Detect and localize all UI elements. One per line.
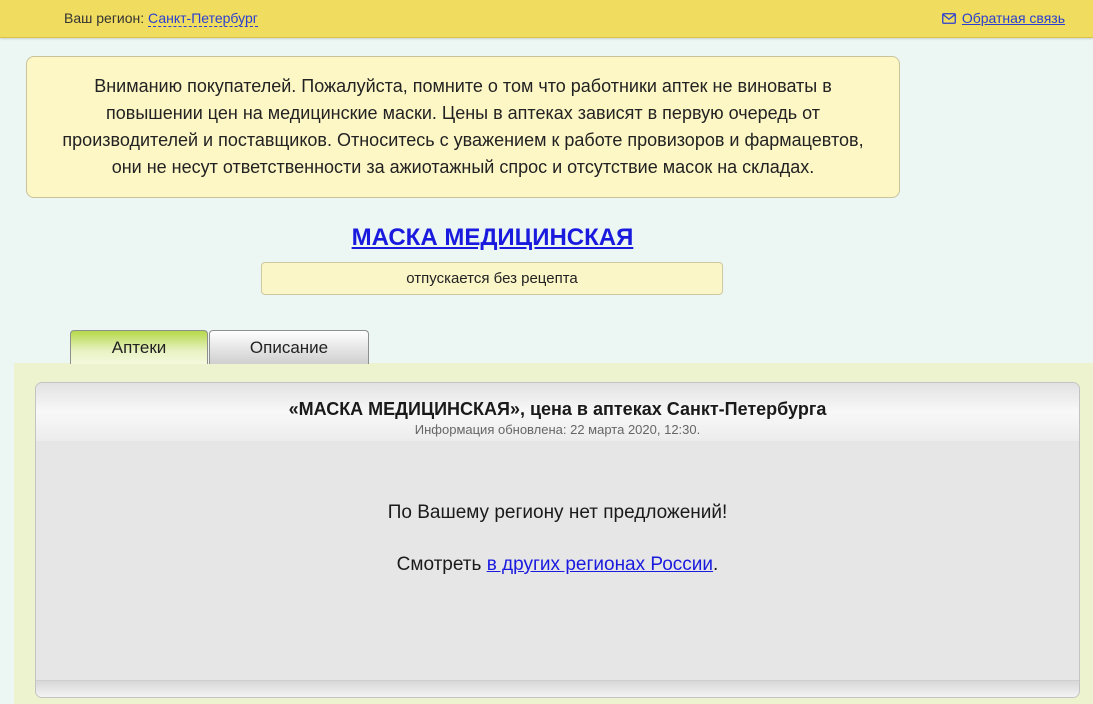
feedback-link[interactable]: Обратная связь [962, 10, 1065, 26]
see-prefix: Смотреть [396, 554, 482, 575]
pharmacies-panel: «МАСКА МЕДИЦИНСКАЯ», цена в аптеках Санк… [35, 382, 1080, 698]
notice-text: Вниманию покупателей. Пожалуйста, помнит… [62, 76, 864, 177]
product-title-link[interactable]: МАСКА МЕДИЦИНСКАЯ [352, 224, 634, 251]
see-suffix: . [713, 554, 719, 575]
region-link[interactable]: Санкт-Петербург [148, 10, 258, 27]
updated-info: Информация обновлена: 22 марта 2020, 12:… [414, 422, 701, 437]
feedback: Обратная связь [941, 10, 1065, 26]
panel-footer [36, 680, 1079, 697]
panel-title: «МАСКА МЕДИЦИНСКАЯ», цена в аптеках Санк… [288, 399, 827, 419]
page-title: МАСКА МЕДИЦИНСКАЯ [0, 224, 985, 252]
other-regions-link[interactable]: в других регионах России [487, 554, 713, 575]
prescription-badge: отпускается без рецепта [261, 262, 723, 295]
panel-header: «МАСКА МЕДИЦИНСКАЯ», цена в аптеках Санк… [36, 383, 1079, 441]
other-regions-line: Смотреть в других регионах России. [36, 554, 1079, 576]
mail-icon [941, 12, 956, 24]
buyer-notice: Вниманию покупателей. Пожалуйста, помнит… [26, 56, 900, 198]
top-bar: Ваш регион: Санкт-Петербург Обратная свя… [0, 0, 1093, 38]
tab-pharmacies[interactable]: Аптеки [70, 330, 208, 364]
no-offers-message: По Вашему региону нет предложений! [387, 502, 728, 523]
region-selector: Ваш регион: Санкт-Петербург [64, 10, 258, 27]
tab-description[interactable]: Описание [209, 330, 369, 364]
region-label: Ваш регион: [64, 10, 145, 26]
